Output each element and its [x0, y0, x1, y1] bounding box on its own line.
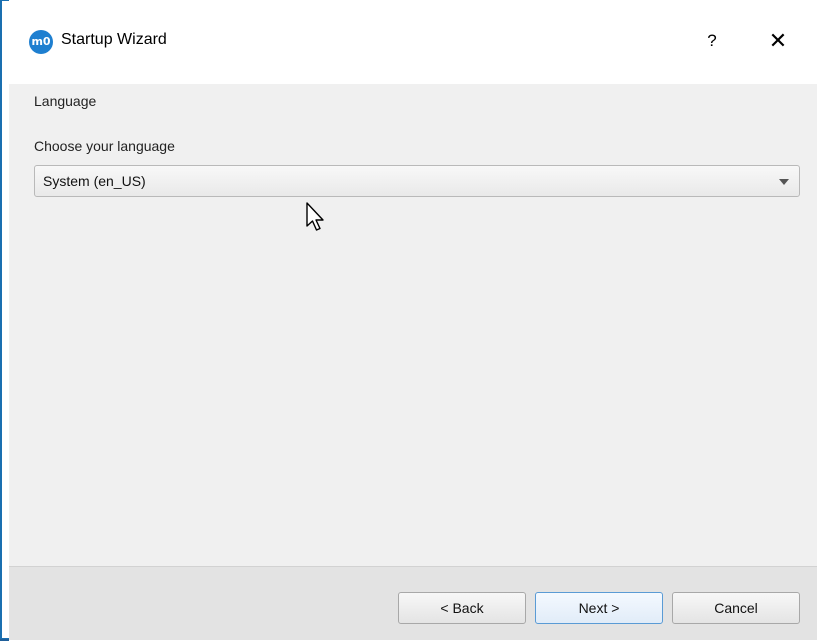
- titlebar: m0 Startup Wizard ? ✕: [9, 0, 817, 84]
- next-button[interactable]: Next >: [535, 592, 663, 624]
- help-button[interactable]: ?: [697, 26, 727, 56]
- language-label: Choose your language: [34, 138, 175, 154]
- wizard-page: Language Choose your language System (en…: [9, 84, 817, 567]
- language-select[interactable]: System (en_US): [34, 165, 800, 197]
- button-bar: < Back Next > Cancel: [9, 566, 817, 640]
- window-title: Startup Wizard: [61, 31, 167, 48]
- mouse-cursor-icon: [306, 202, 324, 231]
- chevron-down-icon: [779, 179, 789, 185]
- page-title: Language: [34, 93, 97, 109]
- cancel-button[interactable]: Cancel: [672, 592, 800, 624]
- back-button[interactable]: < Back: [398, 592, 526, 624]
- language-select-value: System (en_US): [43, 173, 146, 189]
- close-button[interactable]: ✕: [761, 24, 795, 58]
- app-logo-icon: m0: [29, 30, 53, 54]
